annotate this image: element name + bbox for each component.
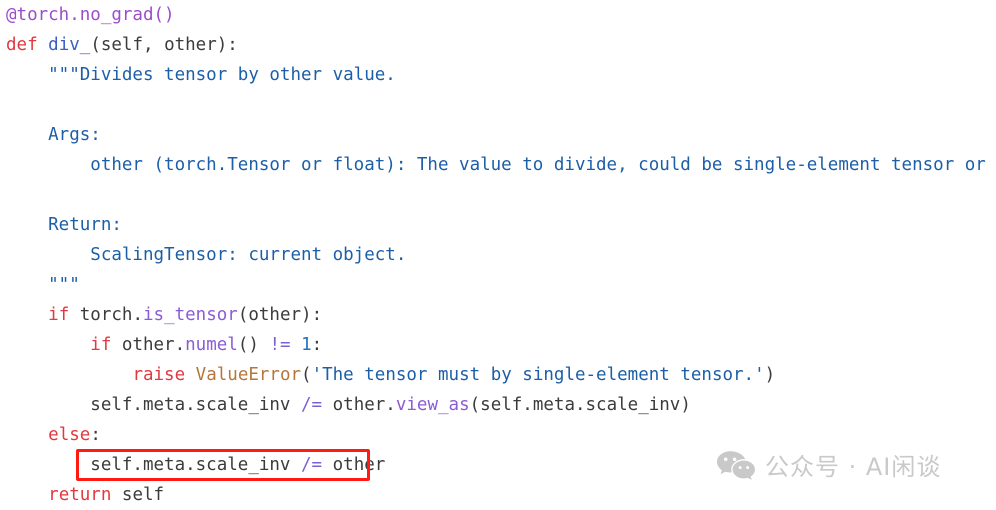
code-token: """Divides tensor by other value. — [6, 65, 396, 85]
code-token: else — [48, 425, 91, 445]
code-line: self.meta.scale_inv /= other.view_as(sel… — [0, 390, 996, 420]
code-token: /= — [301, 455, 323, 475]
code-token: other — [322, 455, 386, 475]
code-token: /= — [301, 395, 323, 415]
code-token: raise — [132, 365, 186, 385]
code-line: raise ValueError('The tensor must by sin… — [0, 360, 996, 390]
code-token: ( — [301, 365, 312, 385]
code-token: != — [269, 335, 291, 355]
code-token: numel — [185, 335, 238, 355]
code-token: div_ — [48, 35, 91, 55]
code-token: 1 — [301, 335, 312, 355]
code-line: """Divides tensor by other value. — [0, 60, 996, 90]
code-token: ValueError — [195, 365, 302, 385]
code-token: if — [48, 305, 70, 325]
code-token: : — [311, 335, 323, 355]
code-token: is_tensor — [143, 305, 238, 325]
code-token: ScalingTensor: current object. — [6, 245, 407, 265]
code-line: if other.numel() != 1: — [0, 330, 996, 360]
code-token: ) — [764, 365, 776, 385]
code-token: return — [48, 485, 112, 505]
code-token: Return: — [6, 215, 122, 235]
code-token: torch. — [69, 305, 143, 325]
code-token: (other): — [237, 305, 323, 325]
code-token: """ — [6, 275, 80, 295]
code-line: ScalingTensor: current object. — [0, 240, 996, 270]
code-token: self — [111, 485, 165, 505]
code-token: () — [237, 335, 270, 355]
code-token: if — [90, 335, 112, 355]
code-token: 'The tensor must by single-element tenso… — [311, 365, 765, 385]
code-token: Args: — [6, 125, 101, 145]
code-token: other (torch.Tensor or float): The value… — [6, 155, 996, 175]
code-token: (self.meta.scale_inv) — [469, 395, 691, 415]
code-screenshot: @torch.no_grad()def div_(self, other): "… — [0, 0, 996, 509]
code-token: def — [6, 35, 38, 55]
code-token: other. — [322, 395, 396, 415]
code-token: : — [90, 425, 101, 445]
code-token: view_as — [395, 395, 470, 415]
code-line: return self — [0, 480, 996, 510]
code-token: other. — [111, 335, 186, 355]
code-line: """ — [0, 270, 996, 300]
code-line: def div_(self, other): — [0, 30, 996, 60]
code-token: self.meta.scale_inv — [6, 395, 302, 415]
code-line: if torch.is_tensor(other): — [0, 300, 996, 330]
wechat-icon — [716, 450, 756, 484]
code-line: Return: — [0, 210, 996, 240]
code-token: (self, other): — [90, 35, 238, 55]
code-line: Args: — [0, 120, 996, 150]
code-listing: @torch.no_grad()def div_(self, other): "… — [0, 0, 996, 510]
code-line: else: — [0, 420, 996, 450]
code-line: other (torch.Tensor or float): The value… — [0, 150, 996, 180]
code-token: self.meta.scale_inv — [6, 455, 302, 475]
watermark: 公众号 · AI闲谈 — [716, 450, 941, 484]
code-line: @torch.no_grad() — [0, 0, 996, 30]
code-token: @torch.no_grad() — [6, 5, 175, 25]
watermark-text: 公众号 · AI闲谈 — [765, 453, 942, 481]
